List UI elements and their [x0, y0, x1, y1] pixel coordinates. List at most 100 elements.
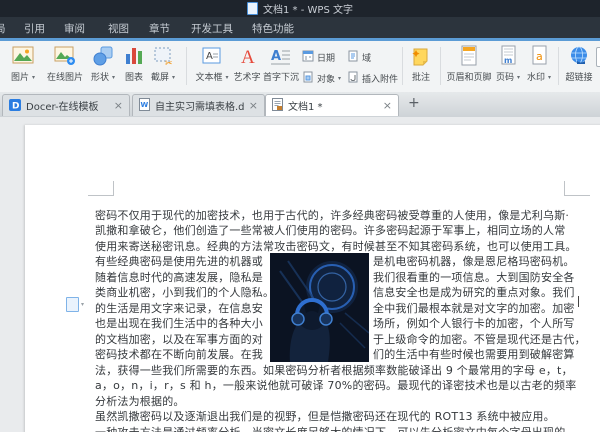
document-area: 密码不仅用于现代的加密技术，也用于古代的，许多经典密码被受尊重的人使用，像是尤利…	[0, 117, 600, 432]
text-line: 类商业机密，小到我们的个人隐私。	[95, 286, 274, 299]
text-line: 法，获得一些我们所需要的东西。如果密码分析者根据频率数能破译出 9 个最常用的字…	[95, 364, 573, 377]
textbox-icon: A	[190, 45, 234, 71]
text-cursor	[578, 296, 579, 307]
date-icon	[302, 50, 314, 65]
partial-ribbon-icon[interactable]	[596, 47, 600, 67]
menu-tab-references[interactable]: 引用	[24, 21, 45, 36]
object-button[interactable]: 对象 ▾	[302, 69, 341, 87]
screenshot-button[interactable]: ✂ 截屏 ▾	[144, 43, 182, 89]
document-page[interactable]: 密码不仅用于现代的加密技术，也用于古代的，许多经典密码被受尊重的人使用，像是尤利…	[25, 125, 600, 432]
ribbon-separator	[558, 47, 559, 85]
dropdown-arrow-icon: ▾	[338, 75, 341, 82]
menu-tab-special-features[interactable]: 特色功能	[252, 21, 294, 36]
text-line: 密码技术都在不断向前发展。在我	[95, 348, 263, 361]
wps-window: 文档1 * - WPS 文字 局 引用 审阅 视图 章节 开发工具 特色功能 图…	[0, 0, 600, 432]
field-button[interactable]: 域	[347, 48, 371, 66]
date-button[interactable]: 日期	[302, 48, 335, 66]
text-line: 们的生活中有些时候也需要用到破解密算	[373, 348, 575, 361]
svg-text:a: a	[536, 50, 543, 63]
svg-text:A: A	[206, 51, 213, 62]
svg-text:m: m	[504, 56, 512, 65]
object-icon	[302, 71, 314, 86]
menu-tab-section[interactable]: 章节	[149, 21, 170, 36]
attachment-icon	[347, 71, 359, 86]
close-icon[interactable]: ×	[383, 101, 392, 111]
text-line: a，o，n，i，r，s 和 h，一般来说他就可破译 70%的密码。最现代的译密技…	[95, 379, 576, 392]
text-line: 我们很看重的一项信息。大到国防安全各	[373, 271, 575, 284]
text-line: 场所，例如个人银行卡的加密，个人所写	[373, 317, 575, 330]
ribbon-separator	[402, 47, 403, 85]
document-icon	[247, 2, 258, 15]
dropdown-arrow-icon: ▾	[225, 74, 228, 81]
text-line: 有些经典密码是使用先进的机器或	[95, 255, 263, 268]
svg-text:W: W	[141, 101, 149, 109]
svg-text:A: A	[241, 47, 255, 67]
ribbon-separator	[440, 47, 441, 85]
close-icon[interactable]: ×	[114, 101, 123, 111]
inline-picture[interactable]	[270, 253, 369, 362]
watermark-button[interactable]: a 水印 ▾	[522, 43, 556, 89]
textbox-button[interactable]: A 文本框 ▾	[190, 43, 234, 89]
picture-icon	[4, 45, 42, 71]
comment-icon	[405, 45, 437, 71]
watermark-icon: a	[522, 45, 556, 71]
comment-button[interactable]: 批注	[405, 43, 437, 89]
dropdown-arrow-icon: ▾	[81, 301, 84, 308]
text-line: 信息安全也是成为研究的重点对象。我们	[373, 286, 575, 299]
window-title: 文档1 * - WPS 文字	[263, 1, 353, 16]
svg-text:D: D	[12, 102, 19, 112]
hyperlink-icon	[561, 45, 597, 71]
menu-tab-view[interactable]: 视图	[108, 21, 129, 36]
ribbon: 图片 ▾ 在线图片 形状 ▾ 图表 ✂ 截屏 ▾	[0, 41, 600, 93]
dropcap-icon: A	[260, 45, 302, 71]
wordart-button[interactable]: A 艺术字	[230, 43, 264, 89]
shapes-button[interactable]: 形状 ▾	[86, 43, 120, 89]
online-picture-button[interactable]: 在线图片	[42, 43, 88, 89]
text-line: 随着信息时代的高速发展，隐私是	[95, 271, 263, 284]
wordart-icon: A	[230, 45, 264, 71]
doc-tab-current[interactable]: 文档1 * ×	[265, 94, 399, 116]
svg-text:A: A	[271, 49, 281, 64]
dropcap-button[interactable]: A 首字下沉	[260, 43, 302, 89]
wps-doc-icon: W	[139, 96, 150, 115]
doc-tab-form[interactable]: W 自主实习需填表格.docx ×	[132, 94, 265, 116]
document-tab-bar: D Docer-在线模板 × W 自主实习需填表格.docx × 文档1 * ×…	[0, 92, 600, 118]
menu-tab-dev-tools[interactable]: 开发工具	[191, 21, 233, 36]
page-number-icon: m	[492, 45, 524, 71]
new-tab-button[interactable]: +	[408, 95, 420, 111]
header-footer-icon	[443, 45, 495, 71]
page-number-button[interactable]: m 页码 ▾	[492, 43, 524, 89]
doc-tab-docer[interactable]: D Docer-在线模板 ×	[2, 94, 130, 116]
docer-icon: D	[9, 96, 21, 115]
text-line: 密码不仅用于现代的加密技术，也用于古代的，许多经典密码被受尊重的人使用，像是尤利…	[95, 209, 569, 222]
text-line: 全中我们最根本就是对文字的加密。加密	[373, 302, 575, 315]
text-line: 使用来寄送秘密讯息。经典的方法常攻击密码文，有时候甚至不知其密码系统，也可以使用…	[95, 240, 577, 253]
text-line: 于上级命令的加密。不管是现代还是古代，	[373, 333, 586, 346]
text-line: 是机电密码机器，像是恩尼格玛密码机。	[373, 255, 575, 268]
text-line: 的生活是用文字来记录，在信息安	[95, 302, 263, 315]
text-line: 凯撒和拿破仑，他们创造了一些常被人们使用的密码。许多密码起源于军事上，相同立场的…	[95, 224, 565, 237]
hyperlink-button[interactable]: 超链接	[561, 43, 597, 89]
margin-mark-top-left	[88, 181, 114, 196]
text-line: 也是出现在我们生活中的各种大小	[95, 317, 263, 330]
dropdown-arrow-icon: ▾	[172, 74, 175, 81]
floating-doc-tool[interactable]: ▾	[66, 297, 84, 312]
menu-tab-review[interactable]: 审阅	[64, 21, 85, 36]
text-line: 的文档加密，以及在军事方面的对	[95, 333, 263, 346]
field-icon	[347, 50, 359, 65]
dropdown-arrow-icon: ▾	[32, 74, 35, 81]
online-picture-icon	[42, 45, 88, 71]
menu-bar: 局 引用 审阅 视图 章节 开发工具 特色功能	[0, 17, 600, 38]
text-line: 一种攻击方法是通过频率分析。当密文长度足够大的情况下，可以先分析密文中每个字母出…	[95, 426, 565, 432]
screenshot-icon: ✂	[144, 45, 182, 71]
header-footer-button[interactable]: 页眉和页脚	[443, 43, 495, 89]
picture-button[interactable]: 图片 ▾	[4, 43, 42, 89]
menu-tab-partial[interactable]: 局	[0, 21, 6, 36]
insert-attachment-button[interactable]: 插入附件	[347, 69, 398, 87]
dropdown-arrow-icon: ▾	[112, 74, 115, 81]
close-icon[interactable]: ×	[249, 101, 258, 111]
title-bar: 文档1 * - WPS 文字	[0, 0, 600, 17]
dropdown-arrow-icon: ▾	[517, 74, 520, 81]
doc-icon	[272, 96, 283, 115]
svg-text:✂: ✂	[165, 59, 173, 67]
